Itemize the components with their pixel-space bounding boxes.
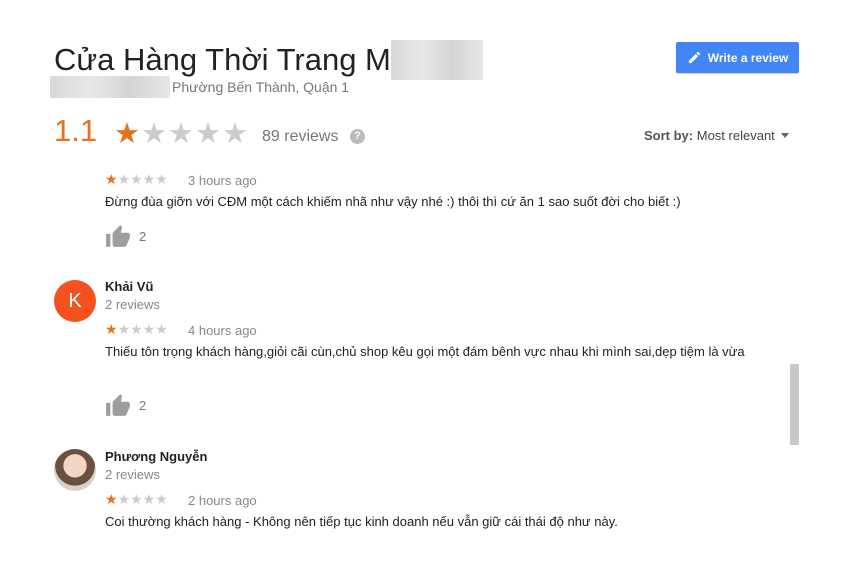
like-button[interactable]: 2	[105, 393, 146, 417]
like-count: 2	[139, 228, 147, 244]
review-stars: ★★★★★	[105, 321, 168, 337]
sort-label: Sort by:	[644, 128, 694, 143]
avatar[interactable]: K	[54, 280, 96, 322]
write-review-label: Write a review	[707, 50, 789, 65]
place-title: Cửa Hàng Thời Trang M	[54, 40, 483, 80]
redacted-blur	[50, 76, 170, 98]
reviewer-name[interactable]: Phương Nguyễn	[105, 449, 207, 464]
thumbs-up-icon	[106, 394, 130, 416]
sort-value: Most relevant	[696, 128, 775, 143]
reviewer-name[interactable]: Khải Vũ	[105, 279, 153, 294]
review-stars: ★★★★★	[105, 171, 168, 187]
like-count: 2	[139, 397, 147, 413]
review-time: 4 hours ago	[188, 323, 257, 338]
review-text: Đừng đùa giỡn với CĐM một cách khiếm nhã…	[105, 194, 681, 209]
review-time: 2 hours ago	[188, 493, 257, 508]
rating-stars: ★★★★★	[114, 118, 249, 150]
scrollbar[interactable]	[790, 364, 799, 445]
sort-dropdown[interactable]: Sort by: Most relevant	[644, 128, 789, 143]
reviewer-review-count: 2 reviews	[105, 297, 160, 312]
thumbs-up-icon	[106, 225, 130, 247]
place-address: Phường Bến Thành, Quận 1	[50, 76, 349, 98]
redacted-blur	[390, 40, 483, 80]
avatar[interactable]	[54, 449, 96, 491]
write-review-button[interactable]: Write a review	[676, 42, 799, 73]
pencil-icon	[688, 51, 700, 64]
review-text: Coi thường khách hàng - Không nên tiếp t…	[105, 514, 618, 529]
review-time: 3 hours ago	[188, 173, 257, 188]
help-icon[interactable]: ?	[350, 129, 365, 144]
reviewer-review-count: 2 reviews	[105, 467, 160, 482]
review-stars: ★★★★★	[105, 491, 168, 507]
like-button[interactable]: 2	[105, 224, 146, 248]
rating-value: 1.1	[54, 113, 98, 148]
review-text: Thiếu tôn trọng khách hàng,giỏi cãi cùn,…	[105, 344, 745, 359]
review-count-link[interactable]: 89 reviews	[262, 128, 338, 146]
chevron-down-icon	[780, 133, 789, 138]
